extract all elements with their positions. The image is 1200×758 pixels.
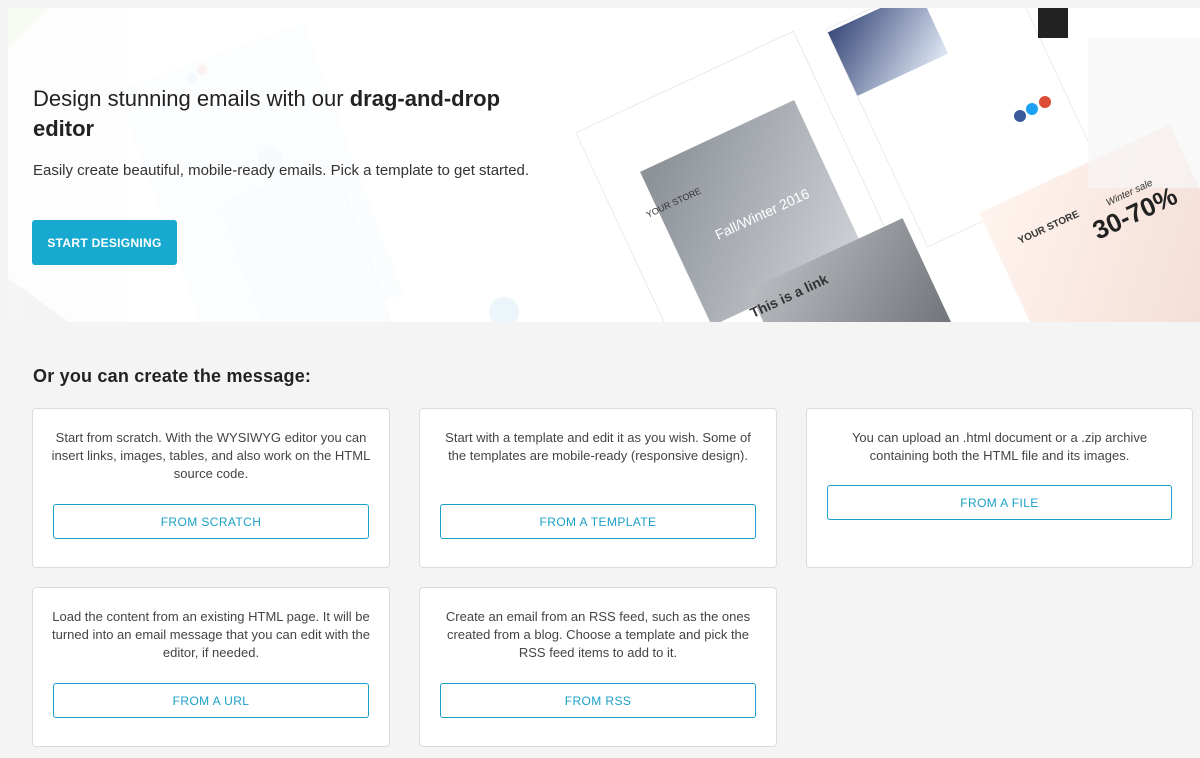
left-strip [0, 0, 8, 758]
hero-title-bold: drag-and-drop [349, 86, 501, 111]
option-card-rss: Create an email from an RSS feed, such a… [419, 587, 777, 747]
start-designing-button[interactable]: START DESIGNING [32, 220, 177, 265]
hero-banner: YOUR STORE Fall/Winter 2016 This is a li… [8, 8, 1200, 322]
from-scratch-button[interactable]: FROM SCRATCH [53, 504, 369, 539]
option-card-scratch: Start from scratch. With the WYSIWYG edi… [32, 408, 390, 568]
from-file-button[interactable]: FROM A FILE [827, 485, 1172, 520]
section-title: Or you can create the message: [33, 366, 312, 386]
hero-title-plain: Design stunning emails with our [33, 86, 350, 111]
option-description: Create an email from an RSS feed, such a… [445, 609, 751, 660]
from-template-button[interactable]: FROM A TEMPLATE [440, 504, 756, 539]
hero-title-end: editor [33, 116, 95, 141]
hero-subtitle: Easily create beautiful, mobile-ready em… [33, 162, 530, 179]
from-url-button[interactable]: FROM A URL [53, 683, 369, 718]
option-description: Start with a template and edit it as you… [445, 430, 751, 463]
option-description: Load the content from an existing HTML p… [52, 609, 370, 660]
option-description: Start from scratch. With the WYSIWYG edi… [51, 430, 371, 481]
option-card-url: Load the content from an existing HTML p… [32, 587, 390, 747]
hero-title: Design stunning emails with our drag-and… [33, 84, 593, 144]
option-description: You can upload an .html document or a .z… [851, 430, 1148, 463]
option-card-template: Start with a template and edit it as you… [419, 408, 777, 568]
from-rss-button[interactable]: FROM RSS [440, 683, 756, 718]
top-strip [0, 0, 1200, 8]
option-card-file: You can upload an .html document or a .z… [806, 408, 1193, 568]
